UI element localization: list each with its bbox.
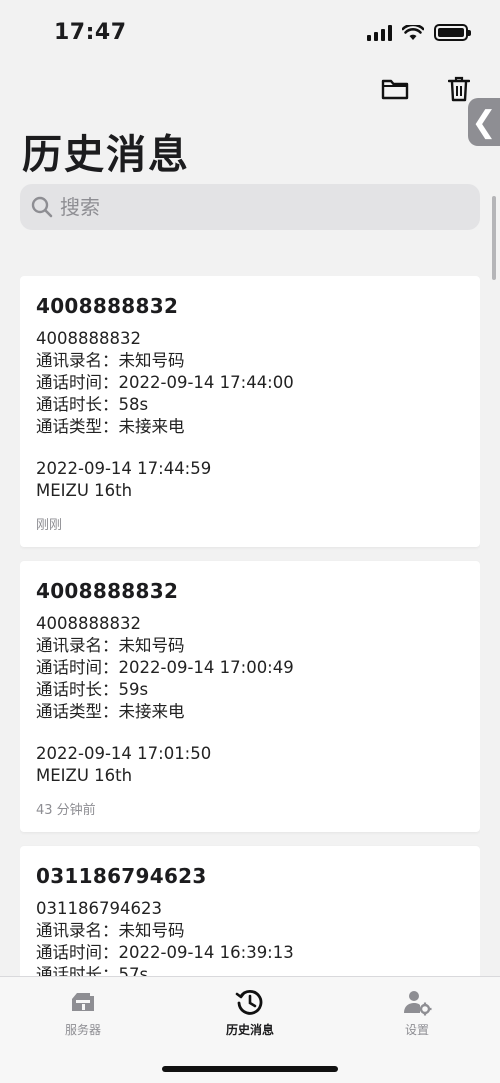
search-input[interactable] [60,195,440,219]
scroll-indicator[interactable] [492,196,496,280]
record-number: 4008888832 [36,614,141,633]
top-actions [380,74,474,104]
record-call-type: 通话类型：未接来电 [36,702,185,721]
record-duration: 通话时长：57s [36,965,149,976]
history-record-card[interactable]: 031186794623 031186794623 通讯录名：未知号码 通话时间… [20,846,480,976]
cellular-signal-icon [367,24,392,41]
record-relative-time: 刚刚 [36,518,63,533]
search-bar[interactable] [20,184,480,230]
record-device: MEIZU 16th [36,766,133,785]
record-duration: 通话时长：59s [36,680,149,699]
record-call-time: 通话时间：2022-09-14 17:44:00 [36,373,294,392]
record-call-type: 通话类型：未接来电 [36,417,185,436]
tab-history-label: 历史消息 [225,1023,274,1037]
status-time: 17:47 [54,20,127,45]
history-icon [235,989,263,1015]
record-title: 4008888832 [36,579,179,603]
record-device: MEIZU 16th [36,481,133,500]
tab-history[interactable]: 历史消息 [190,987,310,1038]
page-title: 历史消息 [22,132,190,178]
tab-server-label: 服务器 [64,1023,101,1037]
status-icons [367,24,471,41]
folder-button[interactable] [380,74,410,104]
record-timestamp: 2022-09-14 17:01:50 [36,744,212,763]
record-call-time: 通话时间：2022-09-14 16:39:13 [36,943,294,962]
record-title: 031186794623 [36,864,207,888]
side-handle-button[interactable]: ❮ [468,98,500,146]
tab-server[interactable]: 服务器 [23,987,143,1038]
record-contact: 通讯录名：未知号码 [36,921,185,940]
record-call-time: 通话时间：2022-09-14 17:00:49 [36,658,294,677]
record-timestamp: 2022-09-14 17:44:59 [36,459,212,478]
history-record-card[interactable]: 4008888832 4008888832 通讯录名：未知号码 通话时间：202… [20,561,480,832]
server-icon [72,993,94,1011]
record-relative-time: 43 分钟前 [36,803,96,818]
record-number: 031186794623 [36,899,162,918]
trash-icon [448,76,470,102]
history-record-card[interactable]: 4008888832 4008888832 通讯录名：未知号码 通话时间：202… [20,276,480,547]
folder-icon [381,79,409,100]
delete-button[interactable] [444,74,474,104]
record-contact: 通讯录名：未知号码 [36,351,185,370]
status-bar: 17:47 [0,0,500,66]
home-indicator[interactable] [162,1066,338,1072]
tab-settings-label: 设置 [404,1023,429,1037]
battery-icon [434,24,471,41]
history-list: 4008888832 4008888832 通讯录名：未知号码 通话时间：202… [20,276,480,976]
chevron-left-icon: ❮ [471,104,497,140]
user-settings-icon [404,991,432,1016]
search-icon [31,196,53,218]
record-duration: 通话时长：58s [36,395,149,414]
tab-bar: 服务器 历史消息 设置 [0,976,500,1083]
record-number: 4008888832 [36,329,141,348]
wifi-icon [402,24,424,40]
record-contact: 通讯录名：未知号码 [36,636,185,655]
record-title: 4008888832 [36,294,179,318]
tab-settings[interactable]: 设置 [357,987,477,1038]
